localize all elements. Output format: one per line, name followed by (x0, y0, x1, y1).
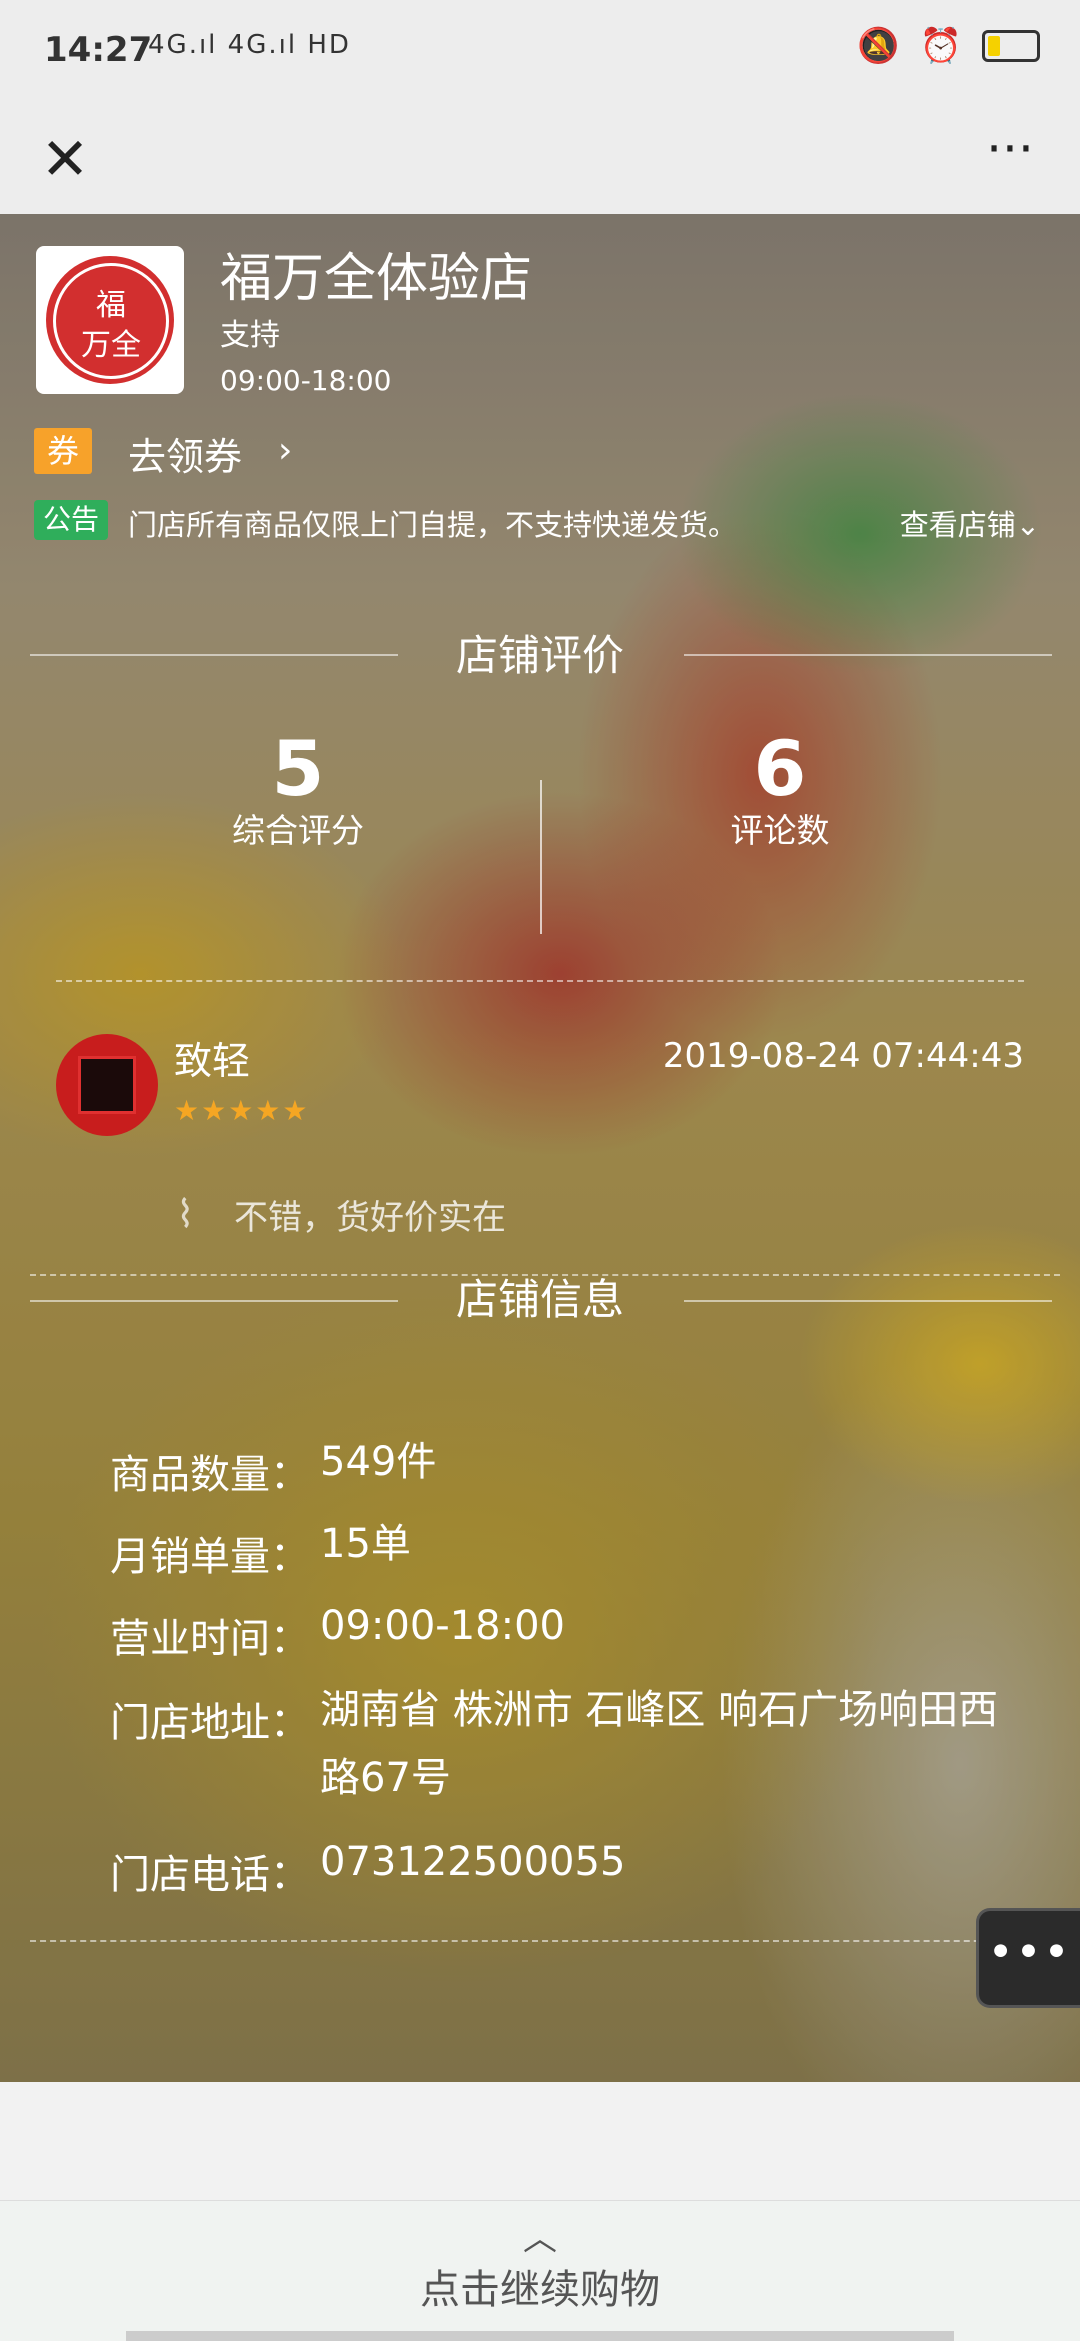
store-support: 支持 (220, 318, 280, 353)
status-icons: 🔕 ⏰ (857, 26, 1040, 66)
status-time: 14:27 (44, 30, 153, 70)
divider (684, 1300, 1052, 1302)
battery-icon (982, 30, 1040, 62)
address-label: 门店地址： (110, 1700, 310, 1746)
divider (30, 1940, 1030, 1942)
chevron-right-icon: › (278, 430, 293, 471)
floating-menu-button[interactable]: ••• (976, 1908, 1080, 2008)
more-options-icon[interactable]: ··· (970, 124, 1050, 194)
address-value: 湖南省 株洲市 石峰区 响石广场响田西路67号 (320, 1687, 999, 1801)
reviewer-name: 致轻 (174, 1039, 251, 1083)
overall-score-label: 综合评分 (232, 811, 364, 850)
logo-text-bottom: 万全 (81, 328, 141, 363)
chevron-up-icon: ︿ (523, 2219, 557, 2259)
product-count-value: 549件 (320, 1439, 437, 1485)
overall-score: 5 (271, 724, 325, 813)
phone-value[interactable]: 073122500055 (320, 1828, 1020, 1896)
avatar (56, 1034, 158, 1136)
business-hours-value: 09:00-18:00 (320, 1603, 565, 1649)
divider (56, 980, 1024, 982)
review-text: 不错，货好价实在 (234, 1198, 506, 1238)
coupon-badge: 券 (34, 428, 92, 474)
product-count-label: 商品数量： (110, 1452, 310, 1498)
alarm-icon: ⏰ (919, 26, 962, 66)
store-panel: 福 万全 福万全体验店 支持 09:00-18:00 券 去领券 › 公告 门店… (0, 214, 1080, 2082)
review-date: 2019-08-24 07:44:43 (662, 1036, 1024, 1076)
info-section-title: 店铺信息 (455, 1275, 624, 1324)
tag-icon: ⌇ (176, 1192, 195, 1236)
view-store-button[interactable]: 查看店铺⌄ (900, 502, 1040, 544)
notice-badge: 公告 (34, 500, 108, 540)
status-bar: 14:27 4G.ıl 4G.ıl HD 🔕 ⏰ (0, 0, 1080, 100)
review-count-label: 评论数 (730, 811, 830, 850)
continue-shopping-button[interactable]: ︿ 点击继续购物 (0, 2200, 1080, 2341)
store-logo: 福 万全 (36, 246, 184, 394)
review-count: 6 (753, 724, 807, 813)
phone-label: 门店电话： (110, 1852, 310, 1898)
stat-divider (540, 780, 542, 934)
rating-stars: ★★★★★ (174, 1094, 310, 1127)
mute-icon: 🔕 (857, 26, 900, 66)
close-icon[interactable]: ✕ (30, 124, 100, 194)
coupon-label: 去领券 (128, 435, 243, 479)
signal-icon: 4G.ıl 4G.ıl HD (148, 30, 351, 60)
business-hours-label: 营业时间： (110, 1616, 310, 1662)
monthly-sales-label: 月销单量： (110, 1534, 310, 1580)
logo-text-top: 福 (96, 288, 126, 323)
store-name: 福万全体验店 (220, 249, 533, 309)
divider (684, 654, 1052, 656)
monthly-sales-value: 15单 (320, 1521, 411, 1567)
continue-shopping-label: 点击继续购物 (420, 2267, 660, 2313)
rating-section-title: 店铺评价 (455, 631, 624, 680)
nav-bar: ✕ ··· (0, 100, 1080, 214)
store-hours: 09:00-18:00 (220, 364, 392, 397)
notice-text: 门店所有商品仅限上门自提，不支持快递发货。 (128, 508, 738, 542)
